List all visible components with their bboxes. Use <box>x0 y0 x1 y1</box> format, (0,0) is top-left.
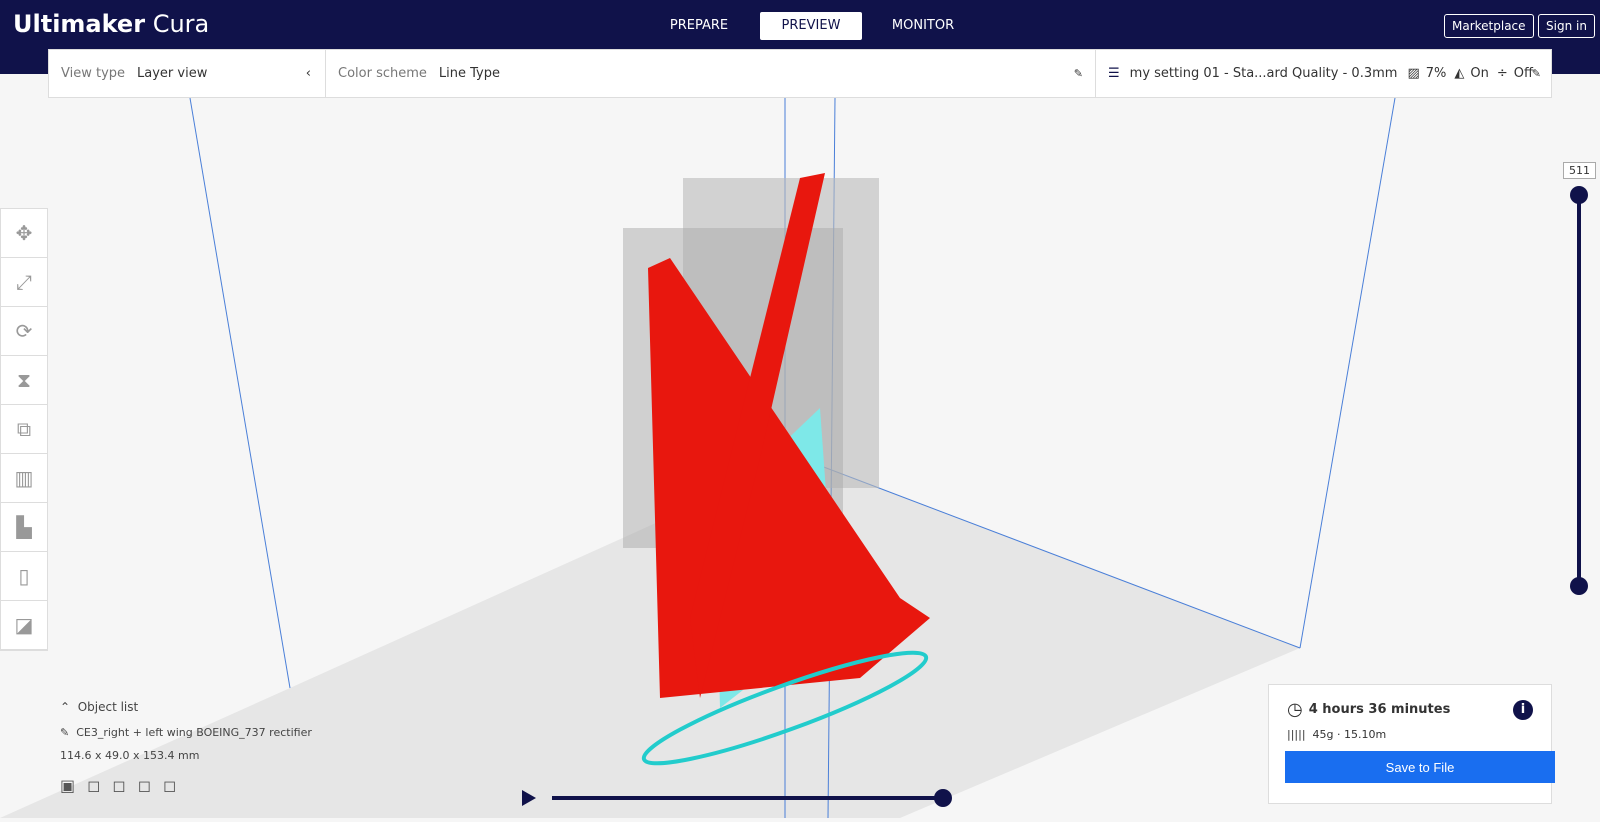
build-volume-edge <box>189 97 291 689</box>
profile-name: my setting 01 - Sta...ard Quality - 0.3m… <box>1129 66 1398 81</box>
tab-monitor[interactable]: MONITOR <box>872 12 974 40</box>
color-scheme-selector[interactable]: Color scheme Line Type ✎ <box>326 50 1096 97</box>
per-model-settings-icon[interactable]: ⧉ <box>1 405 47 454</box>
view-type-label: View type <box>61 66 126 81</box>
tab-preview[interactable]: PREVIEW <box>760 12 862 40</box>
material-icon: ||||| <box>1287 728 1306 741</box>
sign-in-button[interactable]: Sign in <box>1538 14 1595 38</box>
pencil-icon[interactable]: ✎ <box>60 726 69 739</box>
print-settings-selector[interactable]: ☰ my setting 01 - Sta...ard Quality - 0.… <box>1096 50 1551 97</box>
infill-value: 7% <box>1425 66 1447 81</box>
layer-number[interactable]: 511 <box>1563 162 1596 179</box>
mirror-tool-icon[interactable]: ⧗ <box>1 356 47 405</box>
steps-tool-icon[interactable]: ▙ <box>1 503 47 552</box>
infill-icon: ▨ <box>1407 66 1420 81</box>
chevron-left-icon[interactable]: ‹ <box>306 66 311 81</box>
logo: Ultimaker Cura <box>13 10 210 38</box>
save-to-file-button[interactable]: Save to File <box>1285 751 1555 783</box>
print-summary-panel: ◷ 4 hours 36 minutes i ||||| 45g · 15.10… <box>1268 684 1555 804</box>
object-dimensions: 114.6 x 49.0 x 153.4 mm <box>60 749 200 762</box>
view-top-icon[interactable]: ◻ <box>112 776 137 795</box>
layer-slider-top-handle[interactable] <box>1570 186 1588 204</box>
chevron-up-icon: ⌃ <box>60 700 71 714</box>
cylinder-tool-icon[interactable]: ▯ <box>1 552 47 601</box>
view-right-icon[interactable]: ◻ <box>163 776 188 795</box>
layer-slider[interactable] <box>1577 195 1581 585</box>
support-blocker-icon[interactable]: ▥ <box>1 454 47 503</box>
adhesion-icon: ÷ <box>1496 66 1508 81</box>
custom-support-icon[interactable]: ◪ <box>1 601 47 650</box>
rotate-tool-icon[interactable]: ⟳ <box>1 307 47 356</box>
move-tool-icon[interactable]: ✥ <box>1 209 47 258</box>
layer-slider-bottom-handle[interactable] <box>1570 577 1588 595</box>
view-header: View type Layer view ‹ Color scheme Line… <box>48 49 1552 98</box>
view-type-selector[interactable]: View type Layer view ‹ <box>49 50 326 97</box>
object-list-toggle[interactable]: ⌃ Object list <box>60 700 312 714</box>
tool-bar: ✥ ⤢ ⟳ ⧗ ⧉ ▥ ▙ ▯ ◪ <box>0 208 48 651</box>
print-time: 4 hours 36 minutes <box>1308 702 1451 717</box>
play-simulation-button[interactable] <box>522 790 536 806</box>
support-icon: ◭ <box>1454 66 1465 81</box>
view-type-value: Layer view <box>137 66 208 81</box>
path-slider-handle[interactable] <box>934 789 952 807</box>
scale-tool-icon[interactable]: ⤢ <box>1 258 47 307</box>
view-3d-icon[interactable]: ▣ <box>60 776 87 795</box>
view-front-icon[interactable]: ◻ <box>87 776 112 795</box>
tab-prepare[interactable]: PREPARE <box>648 12 750 40</box>
object-list-title: Object list <box>77 700 139 714</box>
pencil-icon[interactable]: ✎ <box>1074 67 1083 80</box>
support-value: On <box>1470 66 1489 81</box>
pencil-icon[interactable]: ✎ <box>1532 67 1541 80</box>
info-icon[interactable]: i <box>1513 699 1533 720</box>
color-scheme-value: Line Type <box>438 66 500 81</box>
marketplace-button[interactable]: Marketplace <box>1444 14 1534 38</box>
build-volume-edge <box>1299 97 1396 649</box>
object-name: CE3_right + left wing BOEING_737 rectifi… <box>76 726 312 739</box>
material-usage: 45g · 15.10m <box>1312 728 1387 741</box>
profile-icon: ☰ <box>1108 66 1120 81</box>
clock-icon: ◷ <box>1287 699 1303 720</box>
path-slider[interactable] <box>552 796 944 800</box>
view-left-icon[interactable]: ◻ <box>138 776 163 795</box>
color-scheme-label: Color scheme <box>338 66 427 81</box>
object-list: ⌃ Object list ✎ CE3_right + left wing BO… <box>60 700 312 795</box>
adhesion-value: Off <box>1513 66 1533 81</box>
